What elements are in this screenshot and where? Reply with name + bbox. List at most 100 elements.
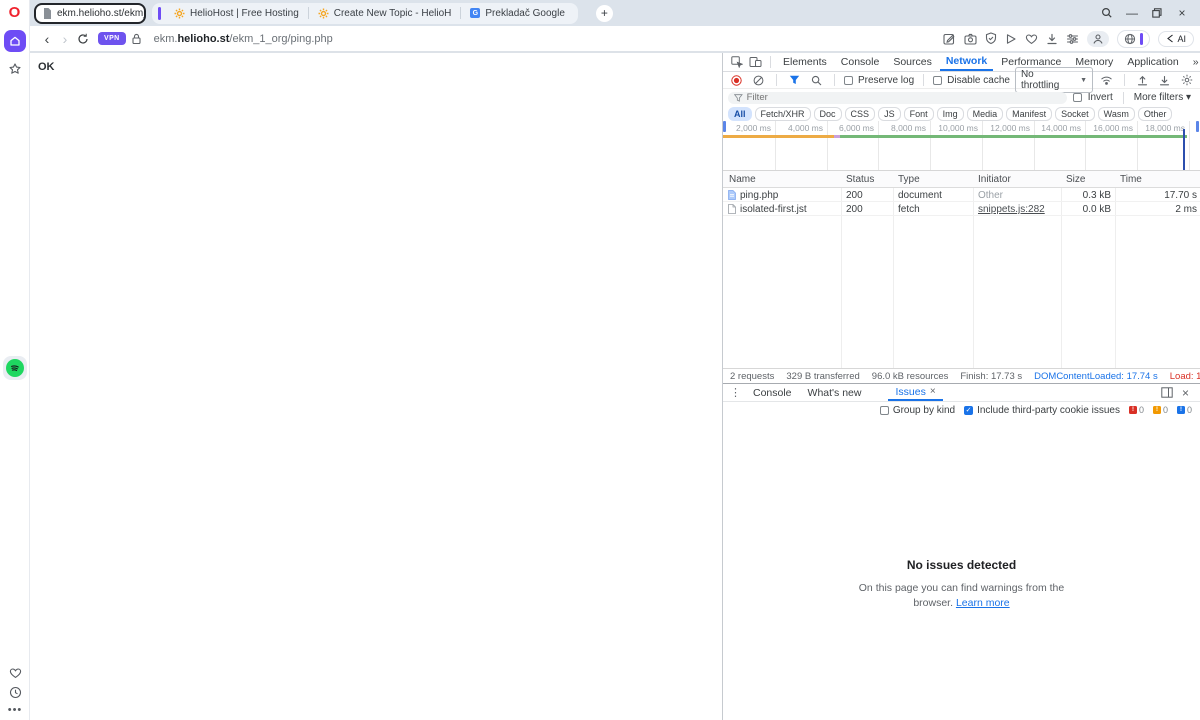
reload-button[interactable] — [74, 30, 92, 48]
chip-wasm[interactable]: Wasm — [1098, 107, 1135, 121]
forward-button[interactable]: › — [56, 30, 74, 48]
export-har-icon[interactable] — [1156, 72, 1173, 89]
tick-label: 10,000 ms — [920, 123, 978, 133]
group-by-kind-checkbox[interactable] — [880, 406, 889, 415]
table-row[interactable]: ping.php 200 document Other 0.3 kB 17.70… — [723, 188, 1200, 202]
url-text[interactable]: ekm.helioho.st/ekm_1_org/ping.php — [154, 33, 333, 45]
network-settings-gear-icon[interactable] — [1178, 72, 1195, 89]
invert-checkbox[interactable] — [1073, 93, 1082, 102]
new-tab-button[interactable]: + — [596, 5, 613, 22]
filter-input-wrap[interactable] — [728, 92, 1067, 104]
heliohost-favicon — [318, 8, 329, 19]
file-icon — [728, 204, 736, 214]
edit-page-icon[interactable] — [943, 32, 956, 45]
col-size[interactable]: Size — [1066, 174, 1085, 185]
drawer-layout-icon[interactable] — [1158, 384, 1175, 401]
chip-manifest[interactable]: Manifest — [1006, 107, 1052, 121]
drawer-tab-whats-new[interactable]: What's new — [801, 384, 869, 401]
bookmarks-star-icon[interactable] — [8, 62, 22, 76]
divider — [923, 74, 924, 86]
history-clock-icon[interactable] — [9, 686, 22, 699]
badge-count: 0 — [1139, 405, 1144, 415]
bookmark-heart-icon[interactable] — [1025, 33, 1038, 45]
tab-search-icon[interactable] — [1099, 5, 1115, 21]
favorites-heart-icon[interactable] — [9, 667, 22, 679]
col-initiator[interactable]: Initiator — [978, 174, 1011, 185]
search-network-icon[interactable] — [808, 72, 825, 89]
snapshot-camera-icon[interactable] — [964, 33, 977, 45]
include-third-party-checkbox[interactable]: ✓ — [964, 406, 973, 415]
chip-fetch-xhr[interactable]: Fetch/XHR — [755, 107, 811, 121]
network-conditions-icon[interactable] — [1098, 72, 1115, 89]
col-status[interactable]: Status — [846, 174, 874, 185]
chip-socket[interactable]: Socket — [1055, 107, 1095, 121]
profile-button[interactable] — [1087, 31, 1109, 47]
devtools-tab-elements[interactable]: Elements — [777, 53, 833, 71]
extensions-pill[interactable] — [1117, 30, 1150, 48]
more-panels-icon[interactable]: » — [1187, 53, 1200, 71]
vpn-badge[interactable]: VPN — [98, 32, 126, 45]
badge-count: 0 — [1187, 405, 1192, 415]
throttling-select[interactable]: No throttling ▼ — [1015, 67, 1093, 93]
chip-media[interactable]: Media — [967, 107, 1004, 121]
preserve-log-checkbox[interactable] — [844, 76, 853, 85]
drawer-tab-issues[interactable]: Issues × — [888, 384, 942, 401]
close-issues-tab-icon[interactable]: × — [930, 386, 936, 397]
drawer-menu-icon[interactable]: ⋮ — [727, 384, 744, 401]
sidebar-more-icon[interactable]: ••• — [8, 706, 23, 714]
filter-input[interactable] — [747, 92, 1061, 103]
chip-other[interactable]: Other — [1138, 107, 1173, 121]
tune-sliders-icon[interactable] — [1066, 33, 1079, 45]
devtools-tab-application[interactable]: Application — [1121, 53, 1184, 71]
overview-grip-right[interactable] — [1196, 121, 1199, 132]
issues-badge-warning: ! 0 — [1153, 405, 1168, 415]
inspect-element-icon[interactable] — [728, 54, 745, 71]
device-toolbar-icon[interactable] — [747, 54, 764, 71]
restore-button[interactable] — [1149, 5, 1165, 21]
chip-doc[interactable]: Doc — [814, 107, 842, 121]
chip-img[interactable]: Img — [937, 107, 964, 121]
drawer-tab-console[interactable]: Console — [746, 384, 799, 401]
minimize-button[interactable]: — — [1124, 5, 1140, 21]
tab-create-new-topic[interactable]: Create New Topic - HelioH — [309, 3, 461, 24]
back-button[interactable]: ‹ — [38, 30, 56, 48]
chip-all[interactable]: All — [728, 107, 752, 121]
col-type[interactable]: Type — [898, 174, 920, 185]
table-row[interactable]: isolated-first.jst 200 fetch snippets.js… — [723, 202, 1200, 216]
clear-network-log-icon[interactable] — [750, 72, 767, 89]
downloads-icon[interactable] — [1046, 33, 1058, 45]
include-third-party-option[interactable]: ✓ Include third-party cookie issues — [964, 405, 1120, 416]
tab-google-translate[interactable]: G Prekladač Google — [461, 3, 574, 24]
aria-ai-button[interactable]: AI — [1158, 31, 1194, 47]
chip-font[interactable]: Font — [904, 107, 934, 121]
summary-domcontentloaded: DOMContentLoaded: 17.74 s — [1034, 371, 1158, 382]
chip-js[interactable]: JS — [878, 107, 901, 121]
record-network-log-icon[interactable] — [728, 72, 745, 89]
chip-css[interactable]: CSS — [845, 107, 876, 121]
spotify-panel-button[interactable] — [3, 356, 27, 380]
learn-more-link[interactable]: Learn more — [956, 597, 1010, 609]
network-overview-timeline[interactable]: 2,000 ms 4,000 ms 6,000 ms 8,000 ms 10,0… — [723, 121, 1200, 171]
more-filters-dropdown[interactable]: More filters ▾ — [1134, 92, 1191, 103]
devtools-tab-network[interactable]: Network — [940, 53, 993, 71]
devtools-tab-sources[interactable]: Sources — [887, 53, 938, 71]
drawer-close-icon[interactable]: × — [1177, 384, 1194, 401]
flow-send-icon[interactable] — [1005, 33, 1017, 45]
filter-funnel-icon[interactable] — [786, 72, 803, 89]
disable-cache-checkbox[interactable] — [933, 76, 942, 85]
close-window-button[interactable]: × — [1174, 5, 1190, 21]
opera-logo[interactable]: O — [9, 5, 21, 21]
tab-heliohost[interactable]: HelioHost | Free Hosting — [165, 3, 308, 24]
import-har-icon[interactable] — [1134, 72, 1151, 89]
request-size: 0.3 kB — [1011, 190, 1111, 201]
group-by-kind-option[interactable]: Group by kind — [880, 405, 955, 416]
waterfall-segment-orange — [723, 135, 834, 138]
shield-icon[interactable] — [985, 32, 997, 45]
col-time[interactable]: Time — [1120, 174, 1142, 185]
tab-active[interactable]: ekm.helioho.st/ekm_1_org — [34, 3, 146, 24]
lock-icon[interactable] — [128, 30, 146, 48]
devtools-tab-console[interactable]: Console — [835, 53, 886, 71]
start-page-button[interactable] — [4, 30, 26, 52]
col-name[interactable]: Name — [729, 174, 756, 185]
overview-grip-left[interactable] — [723, 121, 726, 132]
